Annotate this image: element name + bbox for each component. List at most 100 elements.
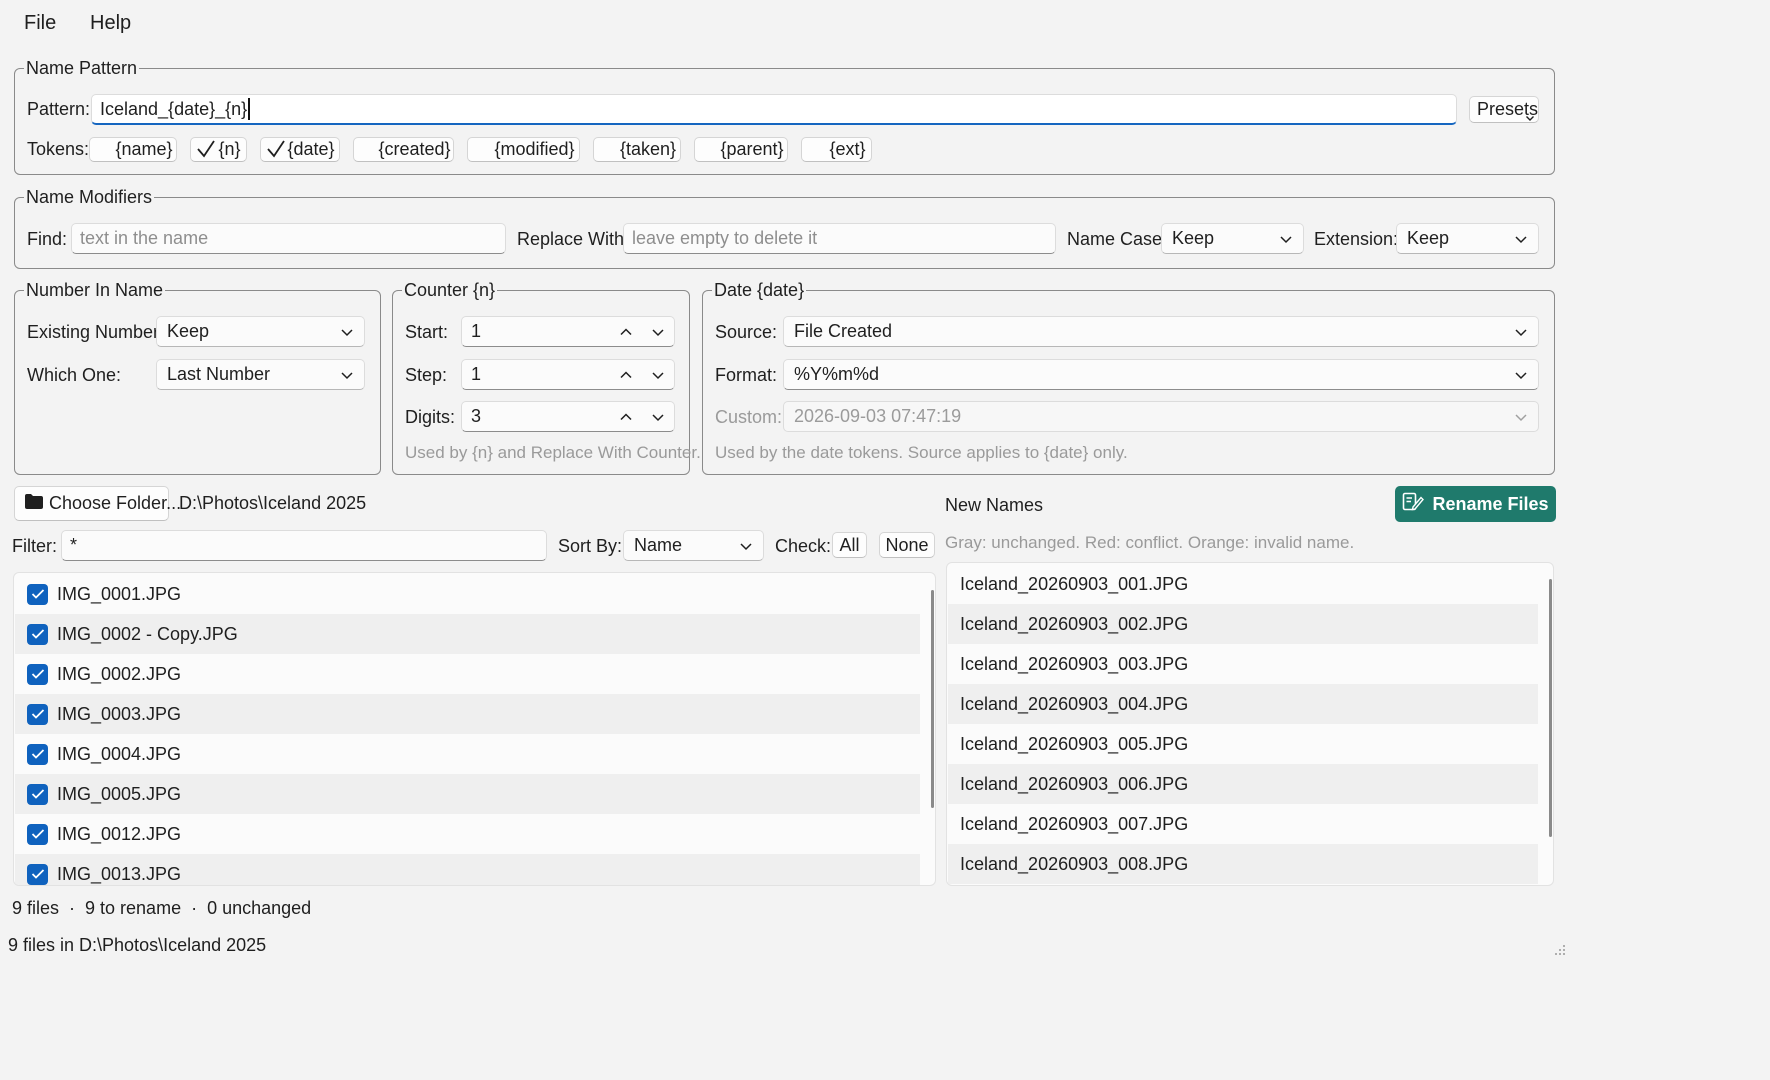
digits-spinbox[interactable]: 3 — [461, 401, 675, 432]
custom-label: Custom: — [715, 407, 783, 427]
file-row[interactable]: IMG_0003.JPG — [15, 694, 920, 734]
existing-number-select[interactable]: Keep — [156, 316, 365, 347]
check-label: Check: — [775, 536, 832, 556]
existing-number-value: Keep — [167, 321, 210, 341]
find-input[interactable]: text in the name — [71, 223, 506, 254]
new-name-row[interactable]: Iceland_20260903_002.JPG — [948, 604, 1538, 644]
replace-input[interactable]: leave empty to delete it — [623, 223, 1056, 254]
new-file-name: Iceland_20260903_004.JPG — [960, 693, 1189, 714]
start-label: Start: — [405, 322, 449, 342]
new-name-row[interactable]: Iceland_20260903_001.JPG — [948, 564, 1538, 604]
format-select[interactable]: %Y%m%d — [783, 359, 1539, 390]
pattern-input[interactable]: Iceland_{date}_{n} — [91, 94, 1457, 125]
step-label: Step: — [405, 365, 448, 385]
source-select[interactable]: File Created — [783, 316, 1539, 347]
which-one-value: Last Number — [167, 364, 271, 384]
file-list[interactable]: IMG_0001.JPG IMG_0002 - Copy.JPG IMG_000… — [13, 572, 936, 886]
presets-button[interactable]: Presets — [1469, 96, 1539, 123]
token-label: {taken} — [619, 139, 677, 159]
file-name: IMG_0002 - Copy.JPG — [57, 623, 238, 644]
token-name-button[interactable]: {name} — [89, 137, 177, 162]
new-names-scrollbar[interactable] — [1549, 579, 1552, 837]
menu-help[interactable]: Help — [86, 12, 135, 35]
new-name-row[interactable]: Iceland_20260903_008.JPG — [948, 844, 1538, 884]
chevron-down-icon — [1514, 325, 1528, 339]
chevron-up-icon[interactable] — [610, 402, 642, 431]
counter-legend: Counter {n} — [404, 280, 496, 300]
rename-icon — [1402, 492, 1425, 517]
check-all-label: All — [839, 534, 860, 555]
source-value: File Created — [794, 321, 893, 341]
checkbox-checked-icon[interactable] — [27, 743, 48, 765]
chevron-down-icon[interactable] — [642, 402, 674, 431]
rename-files-label: Rename Files — [1432, 493, 1549, 514]
chevron-down-icon — [340, 368, 354, 382]
file-row[interactable]: IMG_0013.JPG — [15, 854, 920, 885]
number-in-name-legend: Number In Name — [26, 280, 164, 300]
checkbox-checked-icon[interactable] — [27, 783, 48, 805]
new-file-name: Iceland_20260903_002.JPG — [960, 613, 1189, 634]
file-row[interactable]: IMG_0002.JPG — [15, 654, 920, 694]
which-one-select[interactable]: Last Number — [156, 359, 365, 390]
checkbox-checked-icon[interactable] — [27, 863, 48, 885]
check-none-button[interactable]: None — [879, 532, 935, 558]
checkbox-checked-icon[interactable] — [27, 823, 48, 845]
sort-by-select[interactable]: Name — [623, 530, 764, 561]
token-created-button[interactable]: {created} — [353, 137, 454, 162]
checkbox-checked-icon[interactable] — [27, 663, 48, 685]
chevron-down-icon — [1525, 107, 1535, 128]
checkbox-checked-icon[interactable] — [27, 623, 48, 645]
step-spinbox[interactable]: 1 — [461, 359, 675, 390]
format-value: %Y%m%d — [794, 364, 880, 384]
token-taken-button[interactable]: {taken} — [593, 137, 681, 162]
token-parent-button[interactable]: {parent} — [694, 137, 788, 162]
format-label: Format: — [715, 365, 778, 385]
choose-folder-label: Choose Folder... — [49, 493, 182, 513]
token-modified-button[interactable]: {modified} — [467, 137, 580, 162]
chevron-down-icon[interactable] — [642, 360, 674, 389]
token-n-button[interactable]: {n} — [190, 137, 247, 162]
new-name-row[interactable]: Iceland_20260903_003.JPG — [948, 644, 1538, 684]
name-case-value: Keep — [1172, 228, 1215, 248]
file-row[interactable]: IMG_0004.JPG — [15, 734, 920, 774]
check-all-button[interactable]: All — [832, 532, 867, 558]
name-case-select[interactable]: Keep — [1161, 223, 1304, 254]
chevron-up-icon[interactable] — [610, 317, 642, 346]
file-row[interactable]: IMG_0005.JPG — [15, 774, 920, 814]
new-names-list[interactable]: Iceland_20260903_001.JPG Iceland_2026090… — [946, 562, 1554, 886]
tokens-label: Tokens: — [27, 139, 90, 159]
extension-select[interactable]: Keep — [1396, 223, 1539, 254]
new-name-row[interactable]: Iceland_20260903_006.JPG — [948, 764, 1538, 804]
token-label: {modified} — [494, 139, 575, 159]
extension-label: Extension: — [1314, 229, 1399, 249]
pattern-label: Pattern: — [27, 99, 91, 119]
new-file-name: Iceland_20260903_001.JPG — [960, 573, 1189, 594]
date-legend: Date {date} — [714, 280, 805, 300]
counter-hint: Used by {n} and Replace With Counter. — [405, 443, 701, 462]
choose-folder-button[interactable]: Choose Folder... — [14, 486, 181, 521]
file-row[interactable]: IMG_0002 - Copy.JPG — [15, 614, 920, 654]
chevron-down-icon[interactable] — [642, 317, 674, 346]
checkbox-checked-icon[interactable] — [27, 583, 48, 605]
digits-label: Digits: — [405, 407, 456, 427]
file-row[interactable]: IMG_0001.JPG — [15, 574, 920, 614]
new-file-name: Iceland_20260903_003.JPG — [960, 653, 1189, 674]
new-name-row[interactable]: Iceland_20260903_005.JPG — [948, 724, 1538, 764]
start-spinbox[interactable]: 1 — [461, 316, 675, 347]
token-date-button[interactable]: {date} — [260, 137, 340, 162]
chevron-up-icon[interactable] — [610, 360, 642, 389]
sort-by-value: Name — [634, 535, 683, 555]
token-label: {created} — [378, 139, 451, 159]
file-list-scrollbar[interactable] — [931, 590, 934, 808]
checkbox-checked-icon[interactable] — [27, 703, 48, 725]
rename-files-button[interactable]: Rename Files — [1395, 486, 1556, 522]
new-name-row[interactable]: Iceland_20260903_007.JPG — [948, 804, 1538, 844]
file-row[interactable]: IMG_0012.JPG — [15, 814, 920, 854]
resize-grip-icon[interactable] — [1552, 940, 1566, 961]
filter-input[interactable]: * — [61, 530, 547, 561]
token-ext-button[interactable]: {ext} — [801, 137, 872, 162]
which-one-label: Which One: — [27, 365, 122, 385]
new-name-row[interactable]: Iceland_20260903_004.JPG — [948, 684, 1538, 724]
custom-value: 2026-09-03 07:47:19 — [794, 406, 962, 426]
menu-file[interactable]: File — [20, 12, 60, 35]
